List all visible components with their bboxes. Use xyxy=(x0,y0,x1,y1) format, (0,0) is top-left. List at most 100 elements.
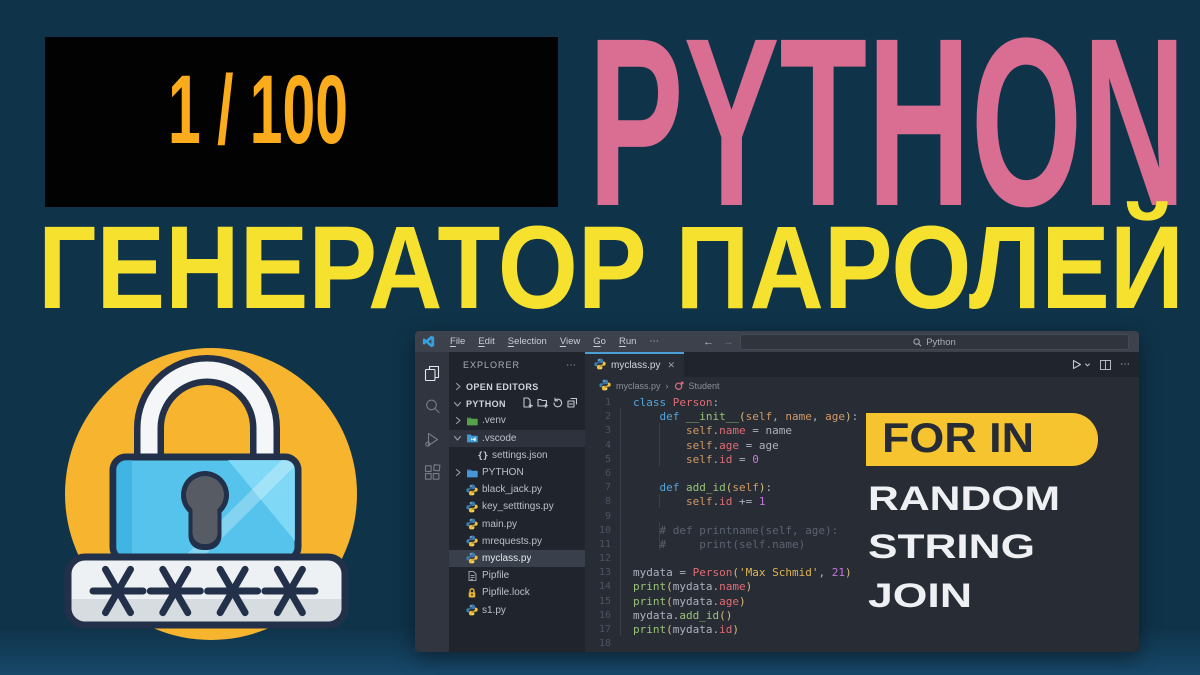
subtitle-text: ГЕНЕРАТОР ПАРОЛЕЙ xyxy=(38,200,1184,318)
code-line: 11 # print(self.name) xyxy=(585,538,1139,552)
code-text: print(mydata.age) xyxy=(633,594,746,608)
search-icon[interactable] xyxy=(415,390,449,423)
menu-edit[interactable]: Edit xyxy=(478,336,494,347)
code-line: 12 xyxy=(585,552,1139,566)
run-debug-icon[interactable] xyxy=(415,423,449,456)
lock-icon xyxy=(466,587,478,599)
vscode-window: File Edit Selection View Go Run ⋯ ← → Python E… xyxy=(415,331,1139,652)
breadcrumb-symbol[interactable]: Student xyxy=(689,381,720,391)
menu-selection[interactable]: Selection xyxy=(508,336,547,347)
section-open-editors[interactable]: OPEN EDITORS xyxy=(449,378,585,395)
svg-text:JOIN: JOIN xyxy=(868,580,972,612)
line-number: 6 xyxy=(604,467,611,479)
new-file-icon[interactable] xyxy=(522,397,533,410)
file-label: Pipfile.lock xyxy=(482,587,530,599)
explorer-more-icon[interactable]: ⋯ xyxy=(566,360,577,371)
line-number: 13 xyxy=(598,567,611,579)
braces-icon: {} xyxy=(476,449,489,462)
topic-pill: FOR IN xyxy=(866,413,1098,466)
line-number: 8 xyxy=(604,496,611,508)
nav-forward-arrow[interactable]: → xyxy=(723,336,734,348)
code-text: self.name = name xyxy=(685,424,792,438)
menu-run[interactable]: Run xyxy=(619,336,636,347)
svg-text:RANDOM: RANDOM xyxy=(868,483,1060,515)
code-text: self.age = age xyxy=(685,438,779,452)
nav-back-arrow[interactable]: ← xyxy=(703,336,714,348)
file-label: settings.json xyxy=(492,449,548,461)
file-item-myclass.py[interactable]: myclass.py xyxy=(449,549,585,568)
collapse-icon[interactable] xyxy=(567,397,578,410)
new-folder-icon[interactable] xyxy=(537,397,548,410)
episode-counter: 1 / 100 xyxy=(168,55,348,164)
section-python[interactable]: PYTHON xyxy=(449,395,585,412)
file-item-pipfile[interactable]: Pipfile xyxy=(449,567,585,584)
episode-counter-text: 1 / 100 xyxy=(168,55,348,164)
topic-highlight-text: FOR IN xyxy=(882,421,1034,461)
run-button[interactable] xyxy=(1072,359,1091,370)
file-label: black_jack.py xyxy=(482,484,543,496)
file-label: PYTHON xyxy=(482,467,524,479)
split-editor-icon[interactable] xyxy=(1100,359,1111,370)
chevron-down-icon xyxy=(453,434,462,442)
line-number: 3 xyxy=(604,425,611,437)
code-editor[interactable]: 1 class Person: 2 def __init__(self, name,… xyxy=(585,394,1139,652)
tab-close-icon[interactable]: ✕ xyxy=(667,360,675,371)
python-icon xyxy=(466,501,478,513)
python-title-text: PYTHON xyxy=(588,20,1186,215)
file-tree: OPEN EDITORS PYTHON .venv .vscode {} settings… xyxy=(449,378,585,619)
menu-[interactable]: ⋯ xyxy=(649,336,659,347)
code-text: # print(self.name) xyxy=(633,537,806,551)
file-item-settings.json[interactable]: {} settings.json xyxy=(449,447,585,464)
file-item-s1.py[interactable]: s1.py xyxy=(449,601,585,618)
file-label: key_setttings.py xyxy=(482,501,554,513)
file-item-key-setttings.py[interactable]: key_setttings.py xyxy=(449,498,585,515)
code-line: 17 print(mydata.id) xyxy=(585,623,1139,637)
file-label: Pipfile xyxy=(482,570,510,582)
menu-go[interactable]: Go xyxy=(593,336,606,347)
python-icon xyxy=(466,552,478,564)
line-number: 15 xyxy=(598,595,611,607)
chevron-down-icon xyxy=(453,400,462,408)
subtitle: ГЕНЕРАТОР ПАРОЛЕЙ xyxy=(38,200,1184,318)
explorer-icon[interactable] xyxy=(415,357,449,390)
extensions-icon[interactable] xyxy=(415,456,449,489)
command-center-search[interactable]: Python xyxy=(740,334,1129,350)
file-item-.venv[interactable]: .venv xyxy=(449,412,585,429)
tab-bar: myclass.py ✕ ⋯ xyxy=(585,352,1139,377)
tab-label: myclass.py xyxy=(611,360,661,371)
file-label: myclass.py xyxy=(482,552,532,564)
line-number: 7 xyxy=(604,482,611,494)
python-file-icon xyxy=(594,358,606,373)
tab-myclass[interactable]: myclass.py ✕ xyxy=(585,352,684,377)
vscode-logo-icon xyxy=(422,335,435,348)
refresh-icon[interactable] xyxy=(552,397,563,410)
code-text: # def printname(self, age): xyxy=(633,523,839,537)
file-item-pipfile.lock[interactable]: Pipfile.lock xyxy=(449,584,585,601)
file-item-mrequests.py[interactable]: mrequests.py xyxy=(449,533,585,550)
menu-file[interactable]: File xyxy=(450,336,465,347)
lock-illustration xyxy=(64,348,357,640)
line-number: 5 xyxy=(604,453,611,465)
file-item-black-jack.py[interactable]: black_jack.py xyxy=(449,481,585,498)
line-number: 11 xyxy=(598,538,611,550)
line-number: 18 xyxy=(598,638,611,650)
menu-view[interactable]: View xyxy=(560,336,580,347)
thumbnail-canvas: { "page": {"background": "#0f3349"}, "co… xyxy=(0,0,1200,675)
file-item-python[interactable]: PYTHON xyxy=(449,464,585,481)
code-text: self.id = 0 xyxy=(685,452,759,466)
line-number: 14 xyxy=(598,581,611,593)
titlebar: File Edit Selection View Go Run ⋯ ← → Python xyxy=(415,331,1139,352)
file-item-main.py[interactable]: main.py xyxy=(449,516,585,533)
code-text: def __init__(self, name, age): xyxy=(659,410,859,424)
line-number: 9 xyxy=(604,510,611,522)
file-item-.vscode[interactable]: .vscode xyxy=(449,429,585,447)
chevron-down-icon xyxy=(1084,363,1091,367)
line-number: 12 xyxy=(598,553,611,565)
python-icon xyxy=(466,535,478,547)
folder-blue-icon xyxy=(466,467,478,479)
breadcrumb-file[interactable]: myclass.py xyxy=(616,381,661,391)
python-icon xyxy=(466,518,478,530)
search-icon xyxy=(913,337,922,346)
editor-more-icon[interactable]: ⋯ xyxy=(1120,359,1130,370)
python-icon xyxy=(466,604,478,616)
